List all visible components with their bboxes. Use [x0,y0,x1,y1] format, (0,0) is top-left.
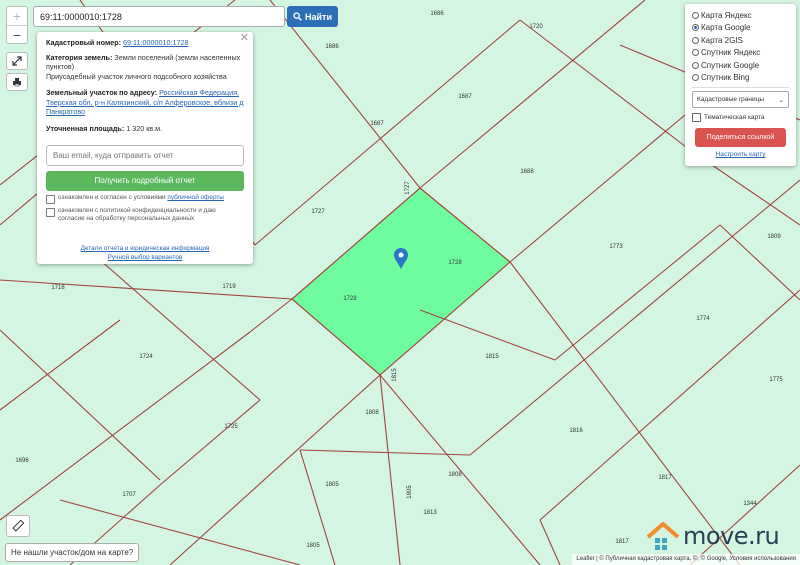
details-link[interactable]: Детали отчета и юридическая информация [81,245,210,252]
parcel-number-label: 1728 [343,296,357,302]
thematic-checkbox[interactable] [692,113,701,122]
parcel-number-label: 1724 [139,354,153,360]
parcel-number-label: 1687 [370,121,384,127]
zoom-out-button[interactable]: − [7,25,27,44]
parcel-number-label: 1808 [448,472,462,478]
parcel-number-label: 1728 [448,260,462,266]
map-type-options: Карта Яндекс Карта Google Карта 2GIS Спутни… [692,9,789,84]
share-link-button[interactable]: Поделиться ссылкой [695,128,786,147]
parcel-number-label: 1805 [325,482,339,488]
map-attribution: Leaflet | © Публичная кадастровая карта,… [572,554,800,565]
cad-label: Кадастровый номер: [46,38,122,47]
map-type-option[interactable]: Спутник Google [692,59,789,72]
parcel-number-label: 1686 [325,44,339,50]
parcel-number-label: 1815 [485,354,499,360]
fullscreen-button[interactable] [6,52,28,70]
parcel-number-label: 1809 [767,234,781,240]
radio-button[interactable] [692,24,699,32]
parcel-number-label: 1773 [609,244,623,250]
offer-consent[interactable]: ознакомлен и согласен с условиями публич… [46,194,244,204]
expand-icon [12,56,22,66]
bounds-select[interactable]: Кадастровые границы ⌄ [692,91,789,108]
map-type-label: Карта Яндекс [701,10,752,20]
parcel-number-label: 1727 [405,181,411,195]
search-input[interactable] [33,6,285,27]
close-icon[interactable]: ✕ [240,33,249,44]
house-logo-icon [646,522,680,550]
parcel-number-label: 1805 [306,543,320,549]
privacy-consent-text: ознакомлен с политикой конфиденциальност… [58,207,216,222]
thematic-label: Тематическая карта [704,114,765,121]
map-type-label: Карта Google [701,23,751,33]
cad-number-link[interactable]: 69:11:0000010:1728 [123,38,188,47]
parcel-number-label: 1817 [658,475,672,481]
radio-button[interactable] [692,61,699,69]
not-found-button[interactable]: Не нашли участок/дом на карте? [5,543,140,562]
map-type-option[interactable]: Карта Яндекс [692,9,789,22]
parcel-number-label: 1688 [520,169,534,175]
category-label: Категория земель: [46,52,113,62]
radio-button[interactable] [692,36,699,44]
use-value: Приусадебный участок личного подсобного … [46,71,227,81]
parcel-number-label: 1344 [743,501,757,507]
parcel-number-label: 1718 [51,285,65,291]
map-type-label: Спутник Яндекс [701,48,761,58]
logo-text: move.ru [683,522,780,550]
email-field[interactable] [46,145,244,166]
parcel-number-label: 1725 [224,424,238,430]
bounds-select-value: Кадастровые границы [697,96,765,103]
parcel-number-label: 1696 [15,458,29,464]
privacy-consent[interactable]: ознакомлен с политикой конфиденциальност… [46,207,244,223]
zoom-control: + − [6,6,28,44]
chevron-down-icon: ⌄ [778,96,784,104]
parcel-number-label: 1817 [615,539,629,545]
map-type-label: Спутник Google [701,60,760,70]
parcel-number-label: 1816 [569,428,583,434]
map-type-label: Спутник Bing [701,73,750,83]
radio-button[interactable] [692,74,699,82]
search-icon [293,12,302,21]
address-label: Земельный участок по адресу: [46,88,158,97]
area-value: 1 320 кв.м. [126,123,163,133]
parcel-info-panel: ✕ Кадастровый номер: 69:11:0000010:1728 … [37,32,253,264]
parcel-number-label: 1813 [423,510,437,516]
parcel-number-label: 1720 [529,24,543,30]
parcel-number-label: 1687 [458,94,472,100]
map-type-label: Карта 2GIS [701,35,743,45]
offer-checkbox[interactable] [46,195,55,204]
parcel-number-label: 1805 [407,485,413,499]
offer-consent-text: ознакомлен и согласен с условиями [58,194,166,201]
map-type-option[interactable]: Спутник Bing [692,72,789,85]
parcel-number-label: 1815 [392,368,398,382]
zoom-in-button[interactable]: + [7,7,27,25]
map-type-option[interactable]: Спутник Яндекс [692,47,789,60]
radio-button[interactable] [692,11,699,19]
parcel-number-label: 1774 [696,316,710,322]
ruler-button[interactable] [6,515,30,537]
parcel-number-label: 1707 [122,492,136,498]
move-logo: move.ru [645,520,795,555]
setup-map-link[interactable]: Настроить карту [716,151,766,158]
get-report-button[interactable]: Получить подробный отчет [46,171,244,191]
parcel-number-label: 1808 [365,410,379,416]
layer-switcher: Карта Яндекс Карта Google Карта 2GIS Спутни… [685,4,796,166]
parcel-number-label: 1727 [311,209,325,215]
search-button-label: Найти [305,11,332,22]
radio-button[interactable] [692,49,699,57]
print-button[interactable] [6,73,28,91]
area-label: Уточненная площадь: [46,123,125,133]
search-button[interactable]: Найти [287,6,338,27]
manual-choice-link[interactable]: Ручной выбор вариантов [108,254,183,261]
parcel-number-label: 1686 [430,11,444,17]
privacy-checkbox[interactable] [46,208,55,217]
ruler-icon [12,520,24,532]
parcel-number-label: 1775 [769,377,783,383]
map-type-option[interactable]: Карта Google [692,22,789,35]
printer-icon [13,78,21,87]
parcel-number-label: 1719 [222,284,236,290]
map-type-option[interactable]: Карта 2GIS [692,34,789,47]
thematic-map-toggle[interactable]: Тематическая карта [692,113,789,122]
offer-link[interactable]: публичной оферты [167,194,223,201]
